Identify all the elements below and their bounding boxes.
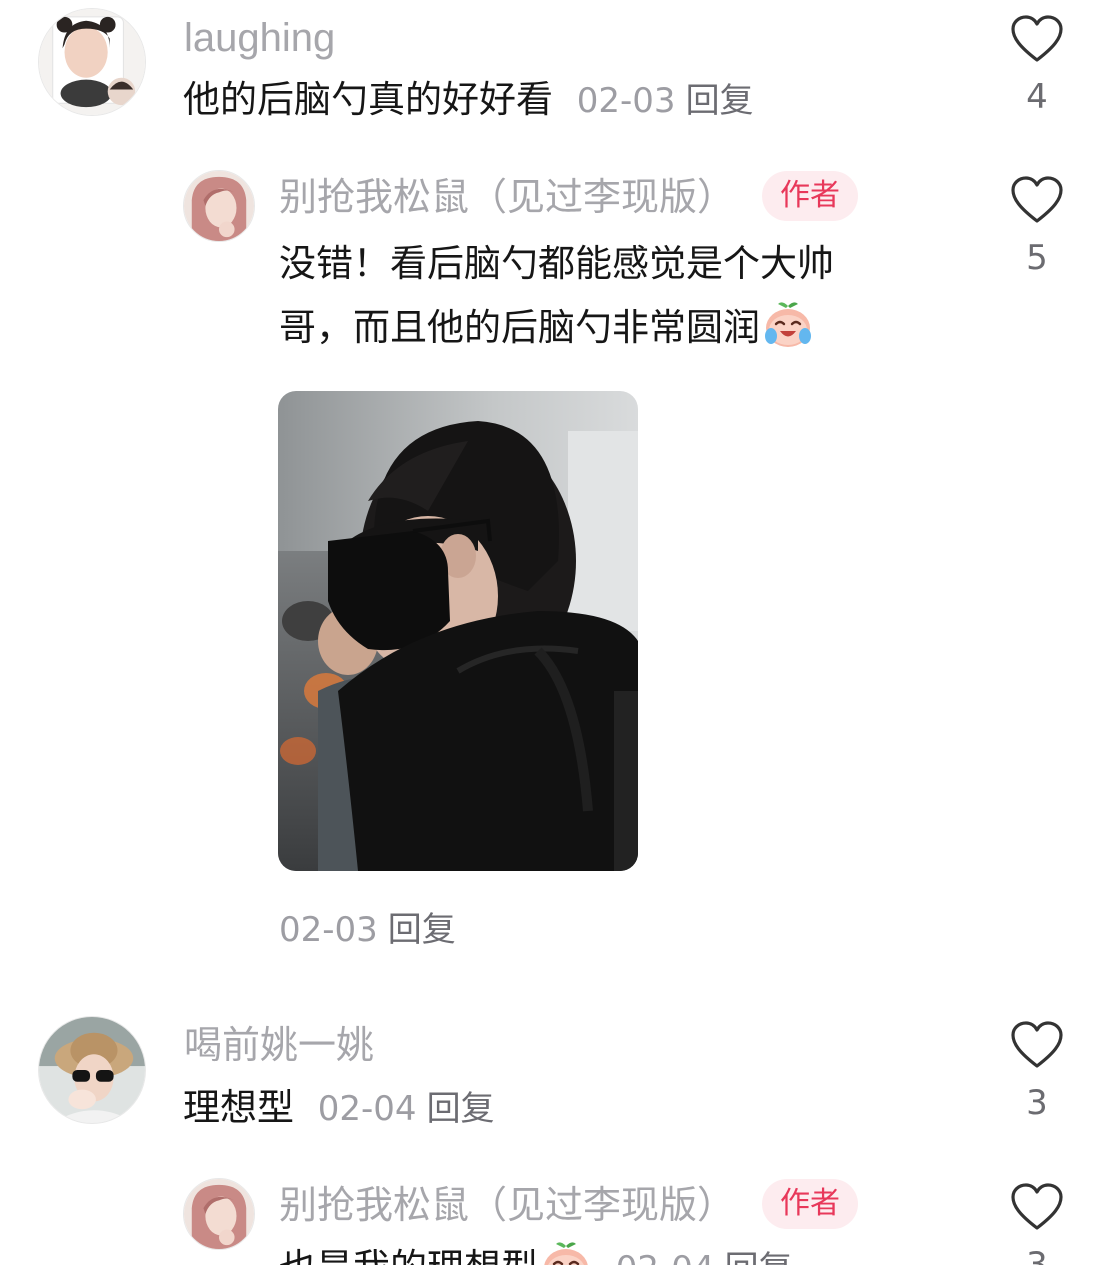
heart-icon[interactable] xyxy=(1007,1182,1067,1232)
comment-text: 没错！看后脑勺都能感觉是个大帅 哥，而且他的后脑勺非常圆润 xyxy=(279,232,969,360)
username[interactable]: 别抢我松鼠（见过李现版） xyxy=(279,178,735,216)
avatar[interactable] xyxy=(183,170,255,242)
comment-body-line: 没错！看后脑勺都能感觉是个大帅 xyxy=(279,242,834,285)
comment-photo[interactable] xyxy=(278,391,638,871)
comment-reply-item: 别抢我松鼠（见过李现版） 作者 没错！看后脑勺都能感觉是个大帅 哥，而且他的后脑… xyxy=(0,0,1115,960)
username[interactable]: 别抢我松鼠（见过李现版） xyxy=(279,1186,735,1224)
author-badge: 作者 xyxy=(762,171,858,221)
comment-text: 也是我的理想型 02-04 回复 xyxy=(279,1236,793,1265)
comment-meta: 02-04回复 xyxy=(306,1089,495,1129)
like-count: 3 xyxy=(1026,1245,1048,1265)
comment-reply-item: 别抢我松鼠（见过李现版） 作者 也是我的理想型 02-04 回复 3 xyxy=(0,1170,1115,1265)
avatar[interactable] xyxy=(38,1016,146,1124)
comment-item: 喝前姚一姚 理想型 02-04 回复 3 xyxy=(0,1010,1115,1150)
reply-button[interactable]: 回复 xyxy=(427,1089,495,1129)
author-badge: 作者 xyxy=(762,1179,858,1229)
like-count: 5 xyxy=(1026,238,1048,278)
reply-button[interactable]: 回复 xyxy=(388,910,456,950)
comment-meta: 02-03 回复 xyxy=(279,902,456,951)
comment-meta: 02-04 回复 xyxy=(604,1249,793,1265)
avatar[interactable] xyxy=(183,1178,255,1250)
laughing-crying-peach-emoji-icon xyxy=(762,298,814,350)
comment-text: 理想型 02-04 回复 xyxy=(183,1076,495,1141)
laughing-crying-peach-emoji-icon xyxy=(540,1238,592,1265)
like-count: 3 xyxy=(1026,1083,1048,1123)
comment-body-line: 哥，而且他的后脑勺非常圆润 xyxy=(279,296,969,360)
like-control: 5 xyxy=(1007,175,1067,275)
username[interactable]: 喝前姚一姚 xyxy=(184,1026,374,1064)
heart-icon[interactable] xyxy=(1007,175,1067,225)
comment-date: 02-03 xyxy=(279,910,378,950)
reply-button[interactable]: 回复 xyxy=(725,1249,793,1265)
comment-body: 也是我的理想型 xyxy=(279,1246,538,1265)
heart-icon[interactable] xyxy=(1007,1020,1067,1070)
comment-date: 02-04 xyxy=(317,1089,417,1129)
comment-date: 02-04 xyxy=(616,1249,715,1265)
like-control: 3 xyxy=(1007,1020,1067,1120)
like-control: 3 xyxy=(1007,1182,1067,1265)
comment-body: 理想型 xyxy=(183,1086,294,1129)
